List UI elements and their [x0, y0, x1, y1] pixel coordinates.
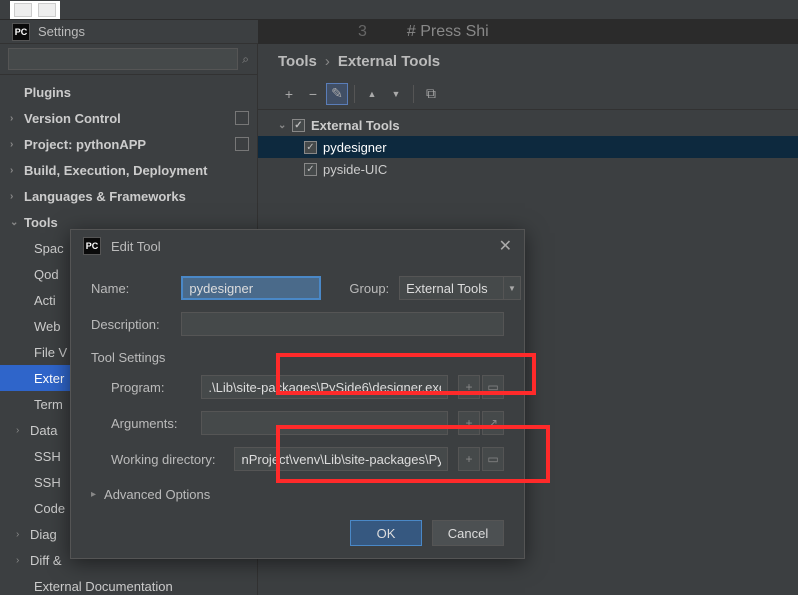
copy-button[interactable]: ⧉ — [420, 83, 442, 105]
arguments-field[interactable] — [201, 411, 448, 435]
checkbox-icon[interactable]: ✓ — [304, 163, 317, 176]
chevron-right-icon: ▸ — [91, 489, 96, 500]
tool-settings-section: Tool Settings — [91, 342, 504, 369]
expand-icon[interactable]: ↗ — [482, 411, 504, 435]
browse-folder-icon[interactable]: ▭ — [482, 375, 504, 399]
advanced-options-toggle[interactable]: ▸ Advanced Options — [91, 477, 504, 512]
working-dir-label: Working directory: — [111, 452, 224, 467]
sidebar-item-version-control[interactable]: ›Version Control — [0, 105, 257, 131]
restart-indicator-icon — [235, 111, 249, 125]
sidebar-item-languages[interactable]: ›Languages & Frameworks — [0, 183, 257, 209]
sidebar-item-build[interactable]: ›Build, Execution, Deployment — [0, 157, 257, 183]
pycharm-icon: PC — [12, 23, 30, 41]
name-field[interactable] — [181, 276, 321, 300]
tool-group-root[interactable]: ⌄ ✓ External Tools — [258, 114, 798, 136]
breadcrumb: Tools › External Tools — [258, 44, 798, 78]
separator — [354, 85, 355, 103]
browse-folder-icon[interactable]: ▭ — [482, 447, 504, 471]
add-button[interactable]: + — [278, 83, 300, 105]
edit-tool-dialog: PC Edit Tool ✕ Name: Group: External Too… — [70, 229, 525, 559]
external-tools-tree: ⌄ ✓ External Tools ✓ pydesigner ✓ pyside… — [258, 110, 798, 184]
description-label: Description: — [91, 317, 171, 332]
separator — [413, 85, 414, 103]
arguments-label: Arguments: — [111, 416, 191, 431]
description-field[interactable] — [181, 312, 504, 336]
cancel-button[interactable]: Cancel — [432, 520, 504, 546]
tab-placeholder-icon — [14, 3, 32, 17]
sidebar-subitem[interactable]: External Documentation — [0, 573, 257, 595]
search-icon: ⌕ — [242, 52, 249, 67]
sidebar-item-project[interactable]: ›Project: pythonAPP — [0, 131, 257, 157]
restart-indicator-icon — [235, 137, 249, 151]
editor-tabs — [10, 1, 60, 19]
name-label: Name: — [91, 281, 171, 296]
dialog-title: Edit Tool — [111, 239, 161, 254]
close-icon[interactable]: ✕ — [499, 236, 512, 256]
tool-item-pyside-uic[interactable]: ✓ pyside-UIC — [258, 158, 798, 180]
edit-button[interactable]: ✎ — [326, 83, 348, 105]
tab-placeholder-icon — [38, 3, 56, 17]
chevron-down-icon[interactable]: ▼ — [503, 276, 521, 300]
remove-button[interactable]: − — [302, 83, 324, 105]
sidebar-item-plugins[interactable]: Plugins — [0, 79, 257, 105]
editor-background: 3 # Press Shi — [258, 20, 798, 44]
pycharm-icon: PC — [83, 237, 101, 255]
external-tools-toolbar: + − ✎ ▲ ▼ ⧉ — [258, 78, 798, 110]
checkbox-icon[interactable]: ✓ — [292, 119, 305, 132]
tool-item-pydesigner[interactable]: ✓ pydesigner — [258, 136, 798, 158]
insert-macro-button[interactable]: + — [458, 447, 480, 471]
move-up-button[interactable]: ▲ — [361, 83, 383, 105]
group-select[interactable]: External Tools ▼ — [399, 276, 504, 300]
checkbox-icon[interactable]: ✓ — [304, 141, 317, 154]
move-down-button[interactable]: ▼ — [385, 83, 407, 105]
search-input[interactable] — [8, 48, 238, 70]
program-label: Program: — [111, 380, 191, 395]
group-label: Group: — [349, 281, 389, 296]
settings-title: Settings — [38, 24, 85, 39]
working-dir-field[interactable] — [234, 447, 448, 471]
program-field[interactable] — [201, 375, 448, 399]
insert-macro-button[interactable]: + — [458, 375, 480, 399]
insert-macro-button[interactable]: + — [458, 411, 480, 435]
ok-button[interactable]: OK — [350, 520, 422, 546]
